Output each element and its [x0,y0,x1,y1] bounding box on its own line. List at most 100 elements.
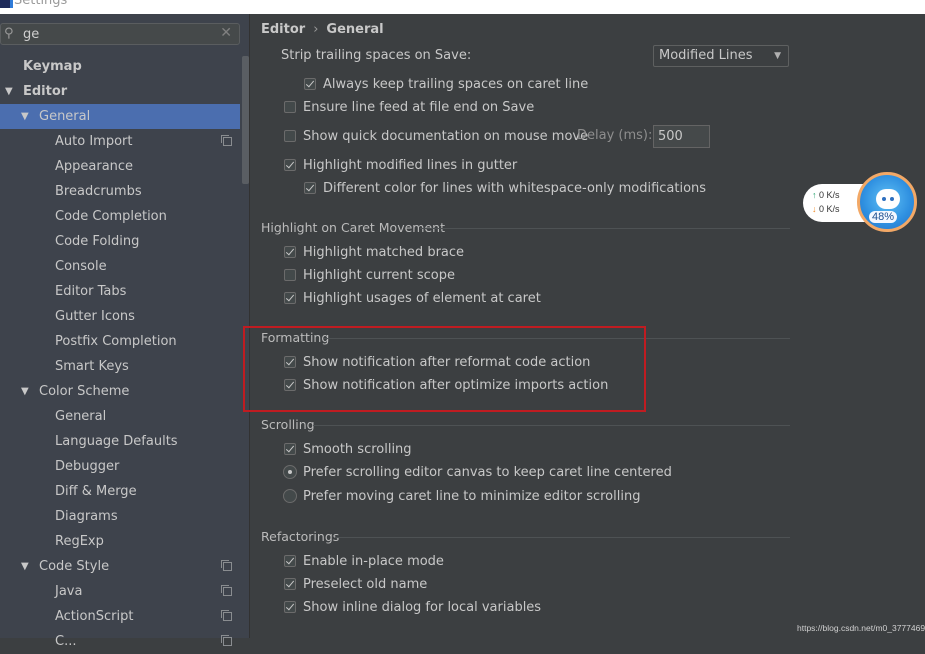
sidebar-item[interactable]: Smart Keys [0,354,240,379]
sidebar-item[interactable]: Postfix Completion [0,329,240,354]
delay-input[interactable] [653,125,710,148]
group-divider [420,228,790,229]
sidebar-item[interactable]: Code Folding [0,229,240,254]
option-usages-at-caret[interactable]: Highlight usages of element at caret [284,290,541,308]
option-smooth-scrolling[interactable]: Smooth scrolling [284,441,412,459]
sidebar-item[interactable]: Editor Tabs [0,279,240,304]
sidebar-item[interactable]: ActionScript [0,604,240,629]
title-bar: Settings [0,0,925,14]
breadcrumb-parent[interactable]: Editor [261,22,305,37]
checkbox[interactable] [284,159,296,171]
sidebar-item-label: Auto Import [55,134,133,149]
option-reformat-notification[interactable]: Show notification after reformat code ac… [284,354,590,372]
option-matched-brace[interactable]: Highlight matched brace [284,244,464,262]
option-highlight-modified[interactable]: Highlight modified lines in gutter [284,157,517,175]
option-whitespace-color[interactable]: Different color for lines with whitespac… [304,180,706,198]
sidebar-item[interactable]: Java [0,579,240,604]
sidebar-item[interactable]: C... [0,629,240,654]
sidebar-item[interactable]: Code Completion [0,204,240,229]
sidebar-item[interactable]: Auto Import [0,129,240,154]
option-optimize-imports-notification[interactable]: Show notification after optimize imports… [284,377,608,395]
breadcrumb-separator: › [313,22,319,37]
sidebar-item-label: Breadcrumbs [55,184,142,199]
checkbox[interactable] [284,101,296,113]
option-label: Smooth scrolling [303,442,412,457]
group-divider [335,537,790,538]
upload-speed-value: 0 K/s [819,190,840,200]
expand-arrow-icon[interactable]: ▼ [5,79,13,104]
sidebar-scrollbar[interactable] [242,56,249,184]
sidebar-item-label: Debugger [55,459,120,474]
search-field[interactable]: ⚲ ✕ [0,23,240,45]
checkbox[interactable] [284,246,296,258]
strip-trailing-dropdown[interactable]: Modified Lines ▼ [653,45,789,67]
sidebar-item[interactable]: ▼ Code Style [0,554,240,579]
radio-button[interactable] [283,465,297,479]
sidebar-item[interactable]: ▼ Color Scheme [0,379,240,404]
download-speed: ↓ 0 K/s [812,204,840,214]
expand-arrow-icon[interactable]: ▼ [21,379,29,404]
sidebar-item[interactable]: Keymap [0,54,240,79]
option-current-scope[interactable]: Highlight current scope [284,267,455,285]
expand-arrow-icon[interactable]: ▼ [21,554,29,579]
checkbox[interactable] [284,356,296,368]
option-quick-documentation[interactable]: Show quick documentation on mouse move [284,128,588,146]
sidebar-item-label: ActionScript [55,609,134,624]
radio-button[interactable] [283,489,297,503]
option-always-keep-trailing[interactable]: Always keep trailing spaces on caret lin… [304,76,588,94]
option-in-place-mode[interactable]: Enable in-place mode [284,553,444,571]
close-icon[interactable]: ✕ [220,25,232,41]
search-input[interactable] [23,25,213,43]
accelerator-ball[interactable]: 48% [857,172,917,232]
checkbox[interactable] [304,78,316,90]
sidebar-item-label: Diff & Merge [55,484,137,499]
sidebar-item-label: Appearance [55,159,134,174]
option-ensure-line-feed[interactable]: Ensure line feed at file end on Save [284,99,534,117]
strip-trailing-value: Modified Lines [659,48,753,63]
sidebar-item[interactable]: Console [0,254,240,279]
sidebar-item[interactable]: Diff & Merge [0,479,240,504]
option-label: Show quick documentation on mouse move [303,129,589,144]
sidebar-item[interactable]: ▼ Editor [0,79,240,104]
settings-tree: Keymap ▼ Editor ▼ General Auto Import Appearan… [0,54,240,654]
sidebar-item-label: Diagrams [55,509,118,524]
checkbox[interactable] [284,269,296,281]
upload-speed: ↑ 0 K/s [812,190,840,200]
option-label: Highlight modified lines in gutter [303,158,518,173]
settings-panel: Editor › General Strip trailing spaces on … [250,14,925,638]
checkbox[interactable] [284,292,296,304]
option-label: Show notification after optimize imports… [303,378,609,393]
arrow-down-icon: ↓ [812,204,817,214]
strip-trailing-label: Strip trailing spaces on Save: [281,48,472,63]
sidebar-item-label: C... [55,634,77,649]
checkbox[interactable] [284,555,296,567]
checkbox[interactable] [284,578,296,590]
radio-move-caret[interactable]: Prefer moving caret line to minimize edi… [283,488,640,506]
radio-scroll-canvas[interactable]: Prefer scrolling editor canvas to keep c… [283,464,672,482]
option-inline-dialog[interactable]: Show inline dialog for local variables [284,599,541,617]
checkbox[interactable] [284,443,296,455]
sidebar-item-label: Code Style [39,559,110,574]
sidebar-item[interactable]: Debugger [0,454,240,479]
checkbox[interactable] [284,130,296,142]
sidebar-item[interactable]: Language Defaults [0,429,240,454]
sidebar-item[interactable]: Appearance [0,154,240,179]
sidebar-item[interactable]: General [0,404,240,429]
sidebar-item-label: General [39,109,91,124]
sidebar-item[interactable]: Breadcrumbs [0,179,240,204]
option-label: Show notification after reformat code ac… [303,355,591,370]
sidebar-item-label: Postfix Completion [55,334,177,349]
expand-arrow-icon[interactable]: ▼ [21,104,29,129]
checkbox[interactable] [284,379,296,391]
watermark: https://blog.csdn.net/m0_37774696 [797,623,925,633]
sidebar-item[interactable]: Diagrams [0,504,240,529]
project-copy-icon [221,635,232,646]
sidebar-item[interactable]: RegExp [0,529,240,554]
checkbox[interactable] [304,182,316,194]
search-icon[interactable]: ⚲ [4,26,14,41]
checkbox[interactable] [284,601,296,613]
project-copy-icon [221,135,232,146]
option-preselect-old-name[interactable]: Preselect old name [284,576,427,594]
sidebar-item[interactable]: ▼ General [0,104,240,129]
sidebar-item[interactable]: Gutter Icons [0,304,240,329]
